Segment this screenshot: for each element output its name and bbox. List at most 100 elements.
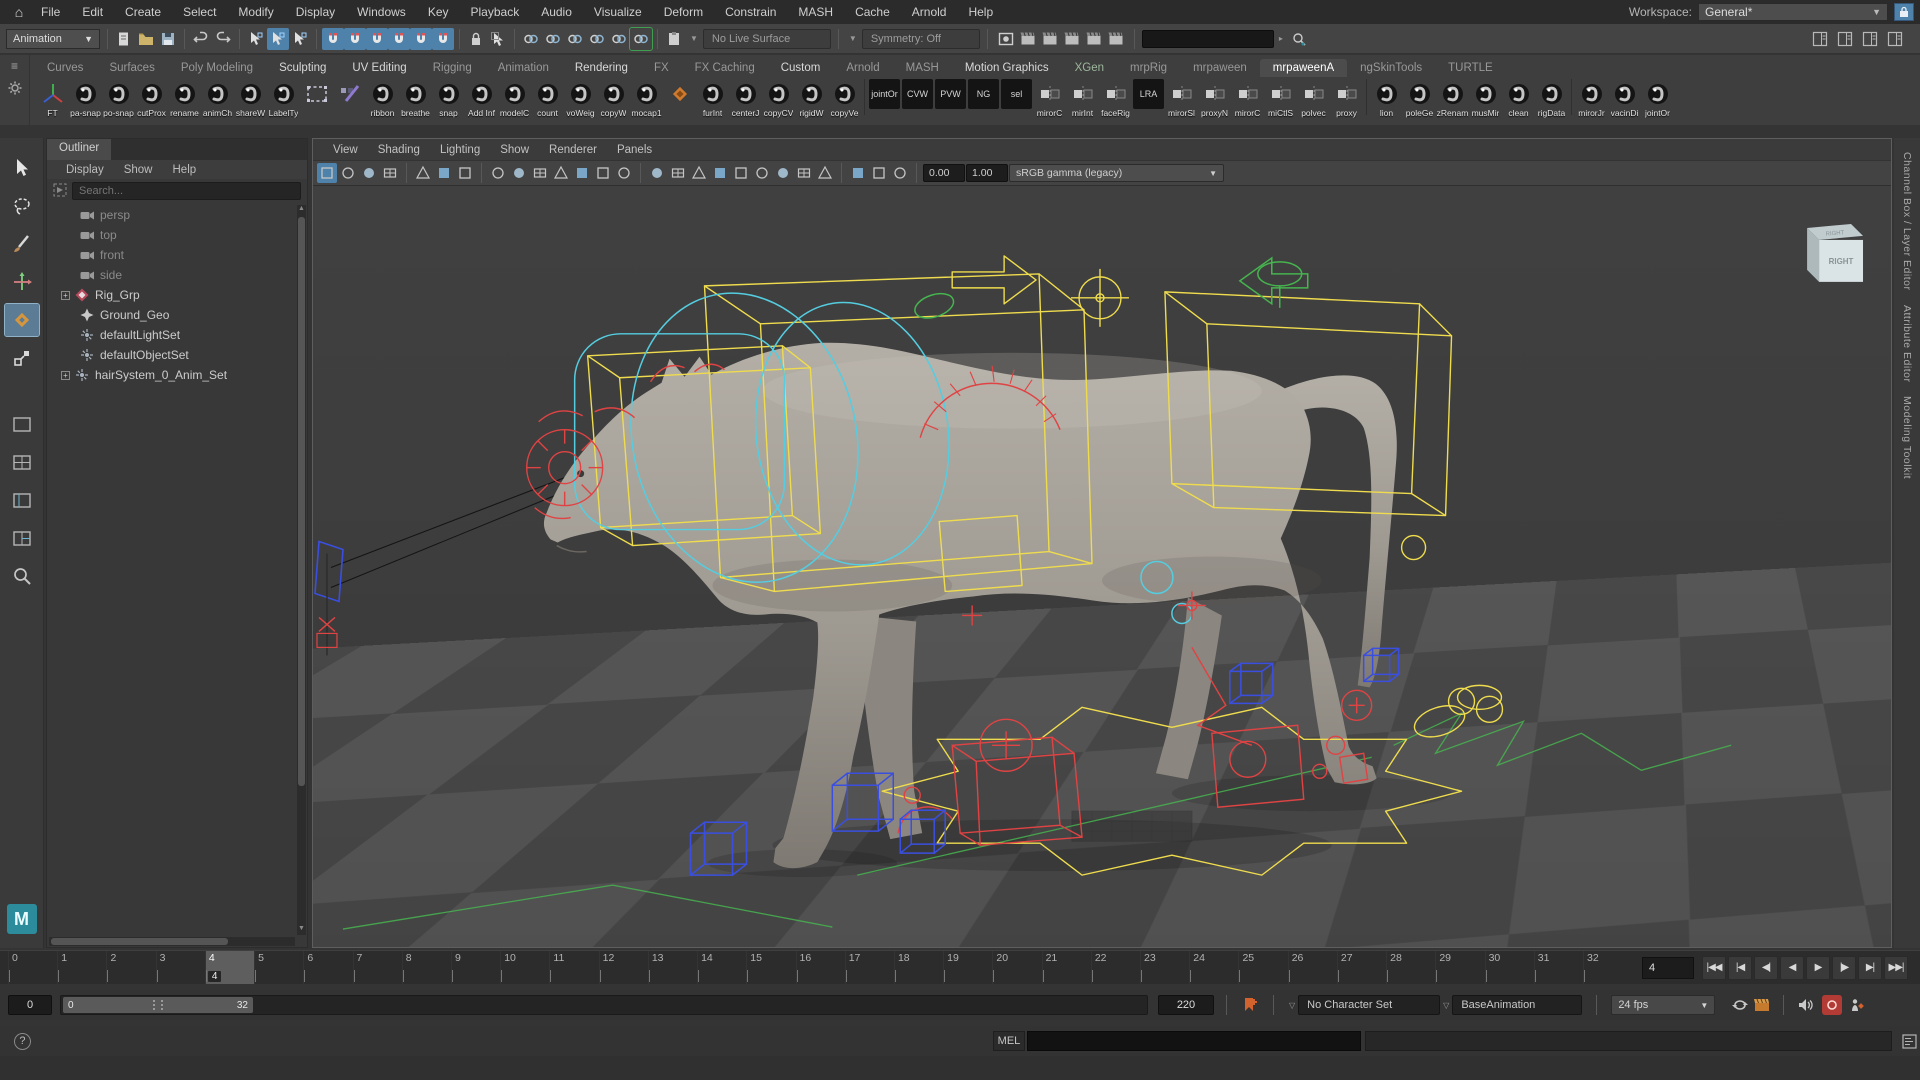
timeline-frame-0[interactable]: 0 [8, 951, 57, 984]
timeline-frame-12[interactable]: 12 [599, 951, 648, 984]
outliner-item-side[interactable]: side [47, 265, 297, 285]
undo-icon[interactable] [190, 28, 212, 50]
menu-help[interactable]: Help [957, 0, 1004, 24]
tool-settings-toggle-icon[interactable] [1859, 28, 1881, 50]
field-chart-icon[interactable] [572, 163, 592, 183]
snap-to-curve-icon[interactable] [344, 28, 366, 50]
snap-to-point-icon[interactable] [366, 28, 388, 50]
workspace-selector[interactable]: General* ▼ [1698, 3, 1888, 21]
select-camera-icon[interactable] [317, 163, 337, 183]
shelf-button-labelty[interactable]: LabelTy [267, 79, 300, 123]
render-view-icon[interactable] [995, 28, 1017, 50]
image-plane-icon[interactable] [413, 163, 433, 183]
shelf-button-musmir[interactable]: musMir [1469, 79, 1502, 123]
x-ray-icon[interactable] [869, 163, 889, 183]
shelf-button-jointor[interactable]: jointOr [1641, 79, 1674, 123]
go-to-start-button[interactable]: |◀◀ [1702, 956, 1726, 980]
shelf-button-proxy[interactable]: proxy [1330, 79, 1363, 123]
paint-select-tool-icon[interactable] [5, 228, 39, 260]
menu-create[interactable]: Create [114, 0, 172, 24]
shelf-button-centerj[interactable]: centerJ [729, 79, 762, 123]
timeline-frame-9[interactable]: 9 [451, 951, 500, 984]
outliner-item-hairsystem_0_anim_set[interactable]: +hairSystem_0_Anim_Set [47, 365, 297, 385]
command-language-toggle[interactable]: MEL [993, 1031, 1025, 1051]
animation-end-field[interactable]: 220 [1158, 995, 1214, 1015]
shelf-button-copycv[interactable]: copyCV [762, 79, 795, 123]
paste-tool-icon[interactable] [663, 28, 685, 50]
bookmarks-icon[interactable] [380, 163, 400, 183]
shelf-tab-arnold[interactable]: Arnold [833, 59, 892, 77]
outliner-item-ground_geo[interactable]: Ground_Geo [47, 305, 297, 325]
gate-mask-icon[interactable] [551, 163, 571, 183]
shelf-button-facerig[interactable]: faceRig [1099, 79, 1132, 123]
viewport-menu-view[interactable]: View [323, 144, 368, 156]
outliner-pane-layout-icon[interactable] [5, 484, 39, 516]
menu-select[interactable]: Select [172, 0, 227, 24]
shelf-button-lion[interactable]: lion [1370, 79, 1403, 123]
menu-deform[interactable]: Deform [653, 0, 714, 24]
shelf-tab-custom[interactable]: Custom [768, 59, 834, 77]
two-d-pan-zoom-icon[interactable] [434, 163, 454, 183]
timeline-frame-19[interactable]: 19 [943, 951, 992, 984]
timeline-frame-14[interactable]: 14 [697, 951, 746, 984]
outliner-item-top[interactable]: top [47, 225, 297, 245]
shelf-button-clean[interactable]: clean [1502, 79, 1535, 123]
channel-box-toggle-icon[interactable] [1809, 28, 1831, 50]
lock-selection-icon[interactable] [465, 28, 487, 50]
outliner-horizontal-scrollbar[interactable] [49, 937, 295, 946]
redo-icon[interactable] [212, 28, 234, 50]
animation-layer-field[interactable]: BaseAnimation [1452, 995, 1582, 1015]
timeline-frame-22[interactable]: 22 [1091, 951, 1140, 984]
shelf-button-voweig[interactable]: voWeig [564, 79, 597, 123]
right-tab-channel-box-layer-editor[interactable]: Channel Box / Layer Editor [1901, 152, 1913, 291]
shelf-tab-motion-graphics[interactable]: Motion Graphics [952, 59, 1062, 77]
command-input[interactable] [1027, 1031, 1361, 1051]
snap-to-view-plane-icon[interactable] [410, 28, 432, 50]
shelf-button-mirorc[interactable]: mirorC [1033, 79, 1066, 123]
timeline-frame-1[interactable]: 1 [57, 951, 106, 984]
four-pane-layout-icon[interactable] [5, 446, 39, 478]
shelf-button-diamond-19[interactable] [663, 79, 696, 123]
viewport-menu-show[interactable]: Show [490, 144, 539, 156]
shelf-button-copyve[interactable]: copyVe [828, 79, 861, 123]
outliner-item-defaultlightset[interactable]: defaultLightSet [47, 325, 297, 345]
scroll-up-icon[interactable]: ▲ [297, 205, 306, 215]
shelf-button-lra[interactable]: LRA [1132, 79, 1165, 123]
shelf-menu-icon[interactable]: ≡ [11, 59, 18, 73]
shelf-tab-uv-editing[interactable]: UV Editing [339, 59, 419, 77]
exposure-field[interactable]: 0.00 [923, 164, 965, 182]
timeline-frame-7[interactable]: 7 [353, 951, 402, 984]
script-editor-icon[interactable] [1898, 1030, 1920, 1052]
timeline-frame-31[interactable]: 31 [1534, 951, 1583, 984]
animation-start-field[interactable]: 0 [8, 995, 52, 1015]
menu-cache[interactable]: Cache [844, 0, 901, 24]
shelf-button-po-snap[interactable]: po-snap [102, 79, 135, 123]
current-manipulator-tool-icon[interactable] [5, 304, 39, 336]
shelf-tab-surfaces[interactable]: Surfaces [96, 59, 167, 77]
step-forward-one-frame-button[interactable]: |▶ [1832, 956, 1856, 980]
outliner-item-persp[interactable]: persp [47, 205, 297, 225]
menu-modify[interactable]: Modify [227, 0, 284, 24]
timeline-frame-15[interactable]: 15 [746, 951, 795, 984]
menu-visualize[interactable]: Visualize [583, 0, 653, 24]
shelf-tab-fx[interactable]: FX [641, 59, 682, 77]
output-operations-icon[interactable] [608, 28, 630, 50]
outliner-search-input[interactable] [72, 182, 301, 200]
shelf-button-animch[interactable]: animCh [201, 79, 234, 123]
go-to-end-button[interactable]: ▶▶| [1884, 956, 1908, 980]
shelf-button-polege[interactable]: poleGe [1403, 79, 1436, 123]
shelf-tab-mrprig[interactable]: mrpRig [1117, 59, 1180, 77]
shelf-tab-mrpaweena[interactable]: mrpaweenA [1260, 59, 1347, 77]
wireframe-icon[interactable] [647, 163, 667, 183]
render-settings-icon[interactable] [1061, 28, 1083, 50]
symmetry-field[interactable]: Symmetry: Off [862, 29, 980, 49]
menu-windows[interactable]: Windows [346, 0, 417, 24]
speaker-icon[interactable] [1794, 994, 1816, 1016]
right-tab-attribute-editor[interactable]: Attribute Editor [1901, 305, 1913, 382]
expand-icon[interactable]: + [61, 291, 70, 300]
shelf-button-zrenam[interactable]: zRenam [1436, 79, 1469, 123]
viewport-menu-lighting[interactable]: Lighting [430, 144, 490, 156]
shadows-icon[interactable] [731, 163, 751, 183]
maya-home-icon[interactable]: ⌂ [8, 4, 30, 20]
make-object-live-icon[interactable] [432, 28, 454, 50]
